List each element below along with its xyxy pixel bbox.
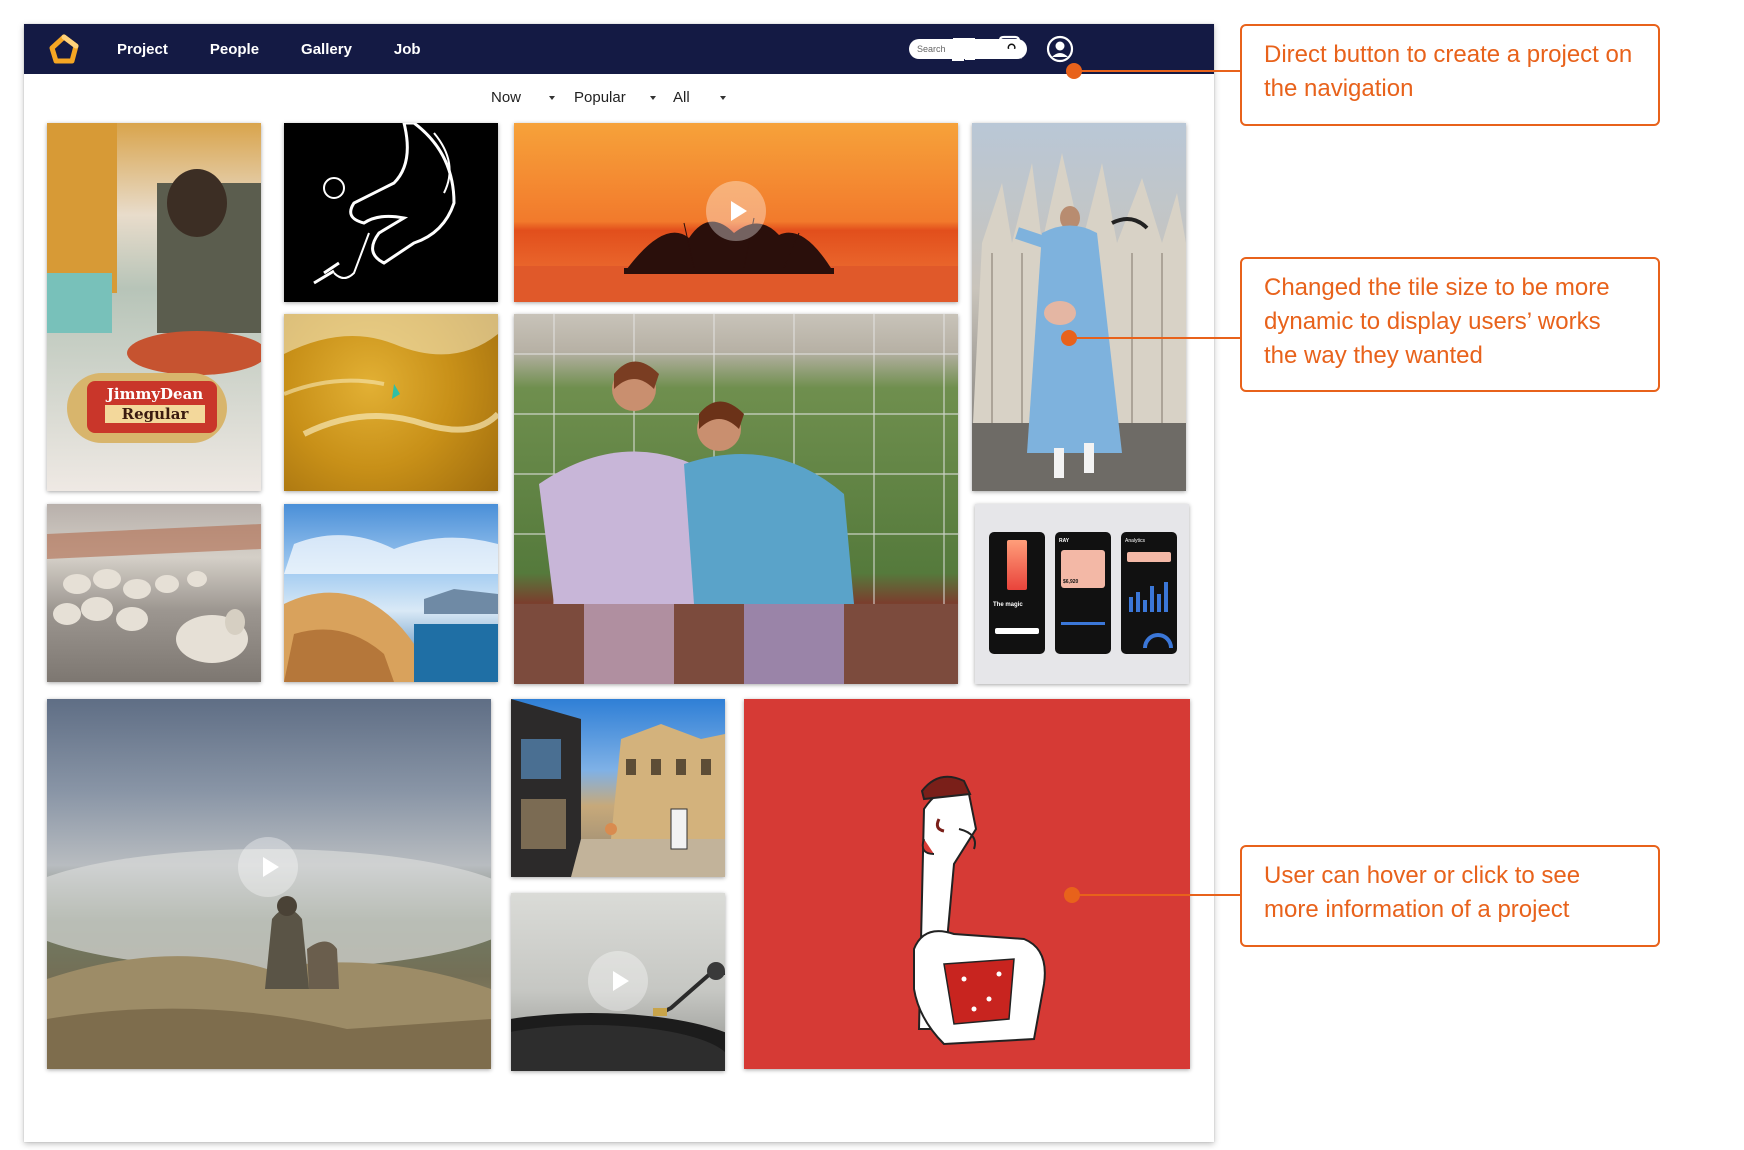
sheep-herd-photo [47,524,261,663]
tile-ink-hand-illustration[interactable] [284,123,498,302]
tile-milan-cathedral-fashion[interactable] [972,123,1186,491]
play-icon [262,857,279,877]
tile-golden-texture[interactable] [284,314,498,491]
nav-link-job[interactable]: Job [394,41,421,58]
play-button[interactable] [588,951,648,1011]
filter-sort-label: Popular [574,89,626,106]
tile-sunset-lake[interactable] [514,123,958,302]
play-icon [612,971,629,991]
phone-screen-left: The magic [989,532,1045,654]
nav-links: Project People Gallery Job [117,24,463,74]
nav-link-people[interactable]: People [210,41,259,58]
soccer-goal-portrait-photo [514,314,958,684]
sausage-photo [47,123,261,443]
donut-graphic [1143,633,1173,649]
play-button[interactable] [706,181,766,241]
chevron-down-icon [649,95,656,100]
annotation-connector-line [1069,337,1242,339]
create-project-icon[interactable] [950,35,978,63]
filter-time-dropdown[interactable]: Now [491,89,556,106]
app-screen-text: $6,920 [1063,579,1079,585]
nav-link-gallery[interactable]: Gallery [301,41,352,58]
annotation-connector-line [1072,894,1242,896]
top-navigation-bar: Project People Gallery Job [24,24,1214,74]
annotation-connector-line [1074,70,1242,72]
ink-hand-drawing [313,123,456,285]
sausage-label: JimmyDean Regular [105,385,205,423]
tile-sheep-herd[interactable] [47,504,261,682]
tile-coastal-rocks[interactable] [284,504,498,682]
tile-mobile-app-screens[interactable]: The magic RAY $6,920 Analytics [975,504,1189,684]
tile-misty-cliff-dog[interactable] [47,699,491,1069]
phone-screen-middle: RAY $6,920 [1055,532,1111,654]
logo-icon[interactable] [48,34,80,64]
annotation-text: User can hover or click to see more info… [1264,862,1581,923]
sausage-brand-text: JimmyDean [106,385,204,403]
app-screen-text: The magic [993,602,1023,608]
annotation-dynamic-tiles: Changed the tile size to be more dynamic… [1240,257,1660,392]
sausage-variety-text: Regular [105,405,205,423]
user-profile-icon[interactable] [1046,35,1074,63]
coastal-rocks-photo [284,535,498,682]
filter-sort-dropdown[interactable]: Popular [574,89,656,106]
tile-two-women-soccer-goal[interactable] [514,314,958,684]
app-screen-text: Analytics [1125,538,1146,544]
annotation-text: Changed the tile size to be more dynamic… [1264,274,1610,369]
bar-graphic [1129,582,1168,612]
chevron-down-icon [719,95,726,100]
filter-category-dropdown[interactable]: All [673,89,726,106]
play-icon [730,201,747,221]
app-screen-text: RAY [1059,538,1070,544]
filter-time-label: Now [491,89,522,106]
golden-texture-photo [284,314,498,437]
tile-turntable[interactable] [511,893,725,1071]
app-window: Project People Gallery Job Search Now Po… [24,24,1214,1142]
annotation-text: Direct button to create a project on the… [1264,41,1633,102]
tile-sausage-breakfast[interactable]: JimmyDean Regular [47,123,261,491]
chevron-down-icon [549,95,556,100]
phone-screen-right: Analytics [1121,532,1177,654]
annotation-create-project: Direct button to create a project on the… [1240,24,1660,126]
tile-old-town-street[interactable] [511,699,725,877]
filter-category-label: All [673,89,690,106]
cathedral-portrait-photo [972,153,1186,491]
filter-bar: Now Popular All [24,84,1214,114]
annotation-hover-info: User can hover or click to see more info… [1240,845,1660,947]
nav-link-project[interactable]: Project [117,41,168,58]
old-town-street-photo [511,699,725,877]
play-button[interactable] [238,837,298,897]
tile-red-finger-character[interactable] [744,699,1190,1069]
chat-icon[interactable] [997,35,1025,63]
finger-character-illustration [913,775,1046,1046]
